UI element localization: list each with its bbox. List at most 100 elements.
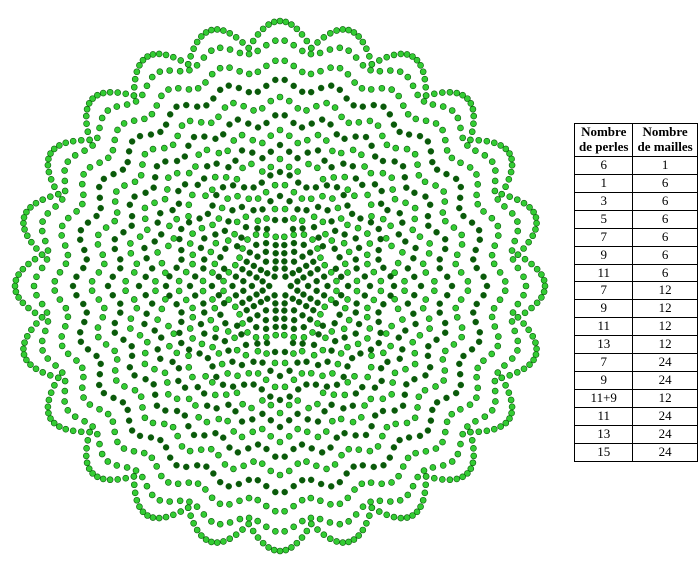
bead [369, 423, 375, 429]
bead [177, 498, 183, 504]
bead [476, 339, 482, 345]
bead [272, 266, 278, 272]
bead [451, 341, 457, 347]
bead [85, 437, 91, 443]
bead [457, 441, 463, 447]
bead [428, 148, 434, 154]
bead [422, 387, 428, 393]
bead [376, 247, 382, 253]
bead [101, 390, 107, 396]
bead [244, 329, 250, 335]
bead [413, 245, 419, 251]
bead [360, 462, 366, 468]
bead [283, 547, 289, 553]
bead [73, 358, 79, 364]
bead [470, 256, 476, 262]
bead [131, 296, 137, 302]
bead [415, 404, 421, 410]
bead [491, 426, 497, 432]
bead [422, 372, 428, 378]
bead [87, 137, 93, 143]
bead [245, 121, 251, 127]
bead [313, 184, 319, 190]
bead [150, 420, 156, 426]
bead [313, 463, 319, 469]
bead [425, 343, 431, 349]
bead [501, 363, 507, 369]
bead [378, 201, 384, 207]
bead [105, 458, 111, 464]
bead [163, 444, 169, 450]
bead [195, 384, 201, 390]
bead [329, 238, 335, 244]
bead [249, 150, 255, 156]
bead [90, 142, 96, 148]
bead [442, 429, 448, 435]
bead [484, 138, 490, 144]
bead [337, 65, 343, 71]
bead [272, 349, 278, 355]
bead [346, 249, 352, 255]
bead [141, 450, 147, 456]
bead [457, 125, 463, 131]
bead [212, 392, 218, 398]
bead [405, 74, 411, 80]
bead [470, 106, 476, 112]
bead [73, 274, 79, 280]
bead [187, 118, 193, 124]
bead [459, 334, 465, 340]
bead [460, 135, 466, 141]
bead [267, 172, 273, 178]
bead [412, 151, 418, 157]
bead [428, 418, 434, 424]
bead [389, 175, 395, 181]
bead [167, 111, 173, 117]
bead [185, 61, 191, 67]
bead [378, 278, 384, 284]
bead [412, 205, 418, 211]
bead [411, 292, 417, 298]
bead [282, 300, 288, 306]
bead [192, 273, 198, 279]
bead [449, 108, 455, 114]
bead [368, 67, 374, 73]
bead [346, 317, 352, 323]
bead [372, 413, 378, 419]
bead [333, 288, 339, 294]
bead [95, 241, 101, 247]
bead [216, 150, 222, 156]
bead [32, 256, 38, 262]
bead [200, 300, 206, 306]
bead [114, 127, 120, 133]
bead [363, 520, 369, 526]
bead [84, 460, 90, 466]
bead [295, 386, 301, 392]
bead [201, 331, 207, 337]
bead [315, 147, 321, 153]
bead [304, 207, 310, 213]
bead [399, 249, 405, 255]
bead [131, 482, 137, 488]
bead [345, 270, 351, 276]
bead [444, 419, 450, 425]
bead [239, 132, 245, 138]
bead [268, 164, 274, 170]
bead [384, 512, 390, 518]
bead [136, 62, 142, 68]
bead [430, 102, 436, 108]
bead [246, 71, 252, 77]
bead [255, 348, 261, 354]
bead [332, 105, 338, 111]
bead [209, 283, 215, 289]
bead [299, 535, 305, 541]
bead [162, 408, 168, 414]
bead [291, 189, 297, 195]
bead [212, 335, 218, 341]
bead [509, 248, 515, 254]
bead [129, 223, 135, 229]
bead [396, 231, 402, 237]
bead [476, 227, 482, 233]
bead [247, 317, 253, 323]
bead [474, 374, 480, 380]
bead [189, 192, 195, 198]
